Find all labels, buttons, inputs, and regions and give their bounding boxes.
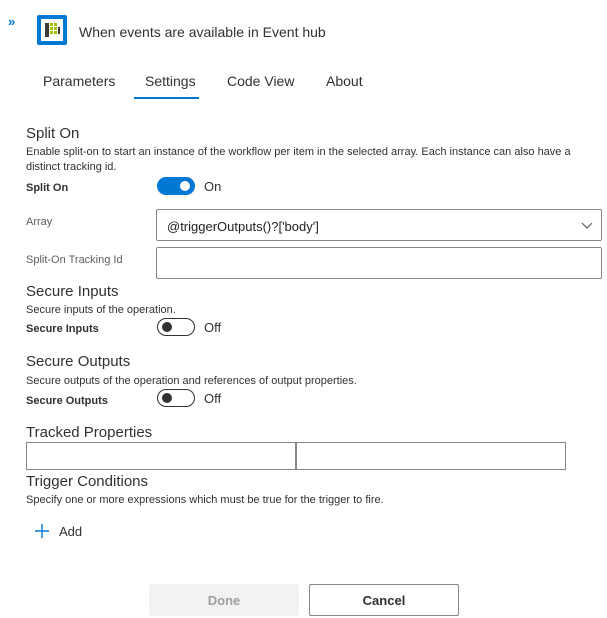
- secure-inputs-toggle[interactable]: [157, 318, 195, 336]
- split-on-toggle-label: Split On: [26, 182, 69, 194]
- tracking-id-label: Split-On Tracking Id: [26, 254, 123, 266]
- toggle-knob: [162, 393, 172, 403]
- expand-panel-icon[interactable]: »: [8, 14, 15, 29]
- add-condition-button[interactable]: Add: [33, 522, 82, 540]
- secure-outputs-description: Secure outputs of the operation and refe…: [26, 375, 357, 387]
- split-on-state: On: [204, 179, 222, 194]
- tab-code-view[interactable]: Code View: [227, 73, 294, 89]
- tab-about[interactable]: About: [326, 73, 363, 89]
- plus-icon: [35, 524, 49, 538]
- toggle-knob: [162, 322, 172, 332]
- tracking-id-input[interactable]: [156, 247, 602, 279]
- secure-outputs-toggle-label: Secure Outputs: [26, 395, 108, 407]
- add-label: Add: [59, 523, 83, 539]
- split-on-description: Enable split-on to start an instance of …: [26, 146, 571, 173]
- tab-parameters[interactable]: Parameters: [43, 73, 115, 89]
- tab-settings[interactable]: Settings: [145, 73, 196, 89]
- tracked-property-key-input[interactable]: [26, 442, 296, 470]
- secure-outputs-toggle[interactable]: [157, 389, 195, 407]
- secure-inputs-heading: Secure Inputs: [26, 283, 119, 300]
- cancel-button[interactable]: Cancel: [309, 584, 459, 616]
- toggle-knob: [180, 181, 190, 191]
- array-dropdown[interactable]: @triggerOutputs()?['body']: [156, 209, 602, 241]
- done-button[interactable]: Done: [149, 584, 299, 616]
- tracked-properties-heading: Tracked Properties: [26, 424, 153, 441]
- secure-inputs-description: Secure inputs of the operation.: [26, 304, 176, 316]
- panel-title: When events are available in Event hub: [79, 24, 326, 40]
- tracked-property-value-input[interactable]: [296, 442, 566, 470]
- active-tab-indicator: [134, 97, 199, 99]
- split-on-toggle[interactable]: [157, 177, 195, 195]
- trigger-conditions-description: Specify one or more expressions which mu…: [26, 494, 384, 506]
- secure-outputs-state: Off: [204, 391, 222, 406]
- trigger-conditions-heading: Trigger Conditions: [26, 473, 148, 490]
- secure-outputs-heading: Secure Outputs: [26, 353, 131, 370]
- chevron-down-icon: [581, 222, 593, 229]
- array-value: @triggerOutputs()?['body']: [167, 219, 319, 234]
- array-label: Array: [26, 216, 53, 228]
- event-hub-icon: [37, 15, 67, 45]
- secure-inputs-toggle-label: Secure Inputs: [26, 323, 99, 335]
- split-on-heading: Split On: [26, 125, 80, 142]
- secure-inputs-state: Off: [204, 320, 222, 335]
